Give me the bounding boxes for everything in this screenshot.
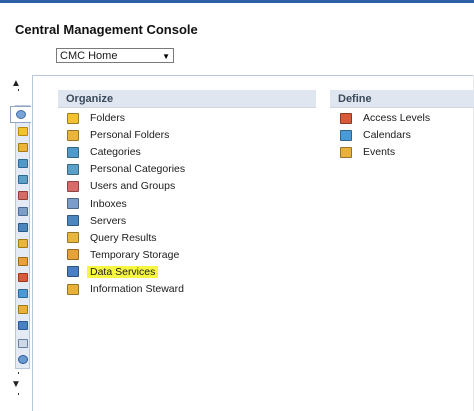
item-label: Temporary Storage [90,248,180,261]
rail-info-button[interactable] [15,352,30,366]
rail-folders-button[interactable] [15,124,30,138]
rail-divider [18,393,19,395]
item-label: Inboxes [90,197,127,210]
scroll-up-icon[interactable]: ▲ [11,79,21,89]
item-label: Data Services [87,265,159,278]
categories-icon [67,146,79,158]
rail-query-results-button[interactable] [15,236,30,250]
item-label: Access Levels [363,112,431,124]
folder-icon [17,126,28,136]
top-accent-bar [0,0,474,3]
organize-item-inboxes[interactable]: Inboxes [67,196,127,212]
item-label: Information Steward [90,283,184,295]
item-label: Query Results [90,231,157,244]
personal-categories-icon [67,163,79,175]
rail-home-button[interactable] [10,106,31,123]
organize-item-personal-folders[interactable]: Personal Folders [67,127,169,143]
organize-item-users-and-groups[interactable]: Users and Groups [67,178,175,194]
rail-data-services-button[interactable] [15,318,30,332]
rail-access-levels-button[interactable] [15,270,30,284]
rail-temporary-storage-button[interactable] [15,254,30,268]
rail-servers-button[interactable] [15,220,30,234]
servers-icon [67,215,79,227]
rail-users-button[interactable] [15,188,30,202]
calendars-icon [17,288,28,298]
categories-icon [17,158,28,168]
organize-item-personal-categories[interactable]: Personal Categories [67,161,185,177]
personal-folder-icon [67,129,79,141]
item-label: Personal Folders [90,129,170,142]
calendars-icon [340,129,352,141]
information-steward-icon [67,283,79,295]
users-groups-icon [67,180,79,192]
navigation-dropdown[interactable]: CMC Home ▼ [56,48,174,63]
rail-settings-button[interactable] [15,336,30,350]
data-services-icon [17,320,28,330]
scroll-down-icon[interactable]: ▼ [11,380,21,390]
rail-categories-button[interactable] [15,156,30,170]
item-label: Events [363,146,396,159]
chevron-down-icon: ▼ [162,52,170,61]
inbox-icon [17,206,28,216]
events-icon [340,146,352,158]
rail-calendars-button[interactable] [15,286,30,300]
organize-item-data-services[interactable]: Data Services [67,264,159,280]
data-services-icon [67,266,79,278]
rail-inbox-button[interactable] [15,204,30,218]
organize-item-folders[interactable]: Folders [67,110,125,126]
define-item-events[interactable]: Events [340,144,395,160]
navigation-dropdown-value: CMC Home [60,50,118,62]
rail-divider [18,372,19,374]
inbox-icon [67,198,79,209]
item-label: Servers [90,214,127,227]
personal-categories-icon [17,174,28,184]
rail-events-button[interactable] [15,302,30,316]
events-icon [17,304,28,314]
folder-icon [67,112,79,124]
access-levels-icon [17,272,28,282]
personal-folder-icon [17,142,28,152]
rail-divider [18,89,19,91]
define-item-access-levels[interactable]: Access Levels [340,110,430,126]
settings-icon [17,338,28,348]
rail-personal-categories-button[interactable] [15,172,30,186]
query-results-icon [17,238,28,248]
item-label: Calendars [363,129,411,142]
servers-icon [17,222,28,232]
rail-personal-folders-button[interactable] [15,140,30,154]
temporary-storage-icon [17,256,28,266]
users-groups-icon [17,190,28,200]
define-section-header: Define [330,90,474,108]
organize-item-servers[interactable]: Servers [67,213,126,229]
temporary-storage-icon [67,249,79,261]
item-label: Categories [90,146,141,159]
query-results-icon [67,232,79,244]
organize-item-temporary-storage[interactable]: Temporary Storage [67,247,179,263]
page-title: Central Management Console [15,22,198,37]
organize-item-information-steward[interactable]: Information Steward [67,281,184,297]
item-label: Personal Categories [90,163,186,176]
item-label: Folders [90,112,126,124]
home-icon [16,110,26,119]
organize-item-query-results[interactable]: Query Results [67,230,157,246]
access-levels-icon [340,112,352,124]
define-item-calendars[interactable]: Calendars [340,127,411,143]
organize-item-categories[interactable]: Categories [67,144,141,160]
organize-section-header: Organize [58,90,316,108]
item-label: Users and Groups [90,180,176,193]
info-icon [17,354,28,364]
